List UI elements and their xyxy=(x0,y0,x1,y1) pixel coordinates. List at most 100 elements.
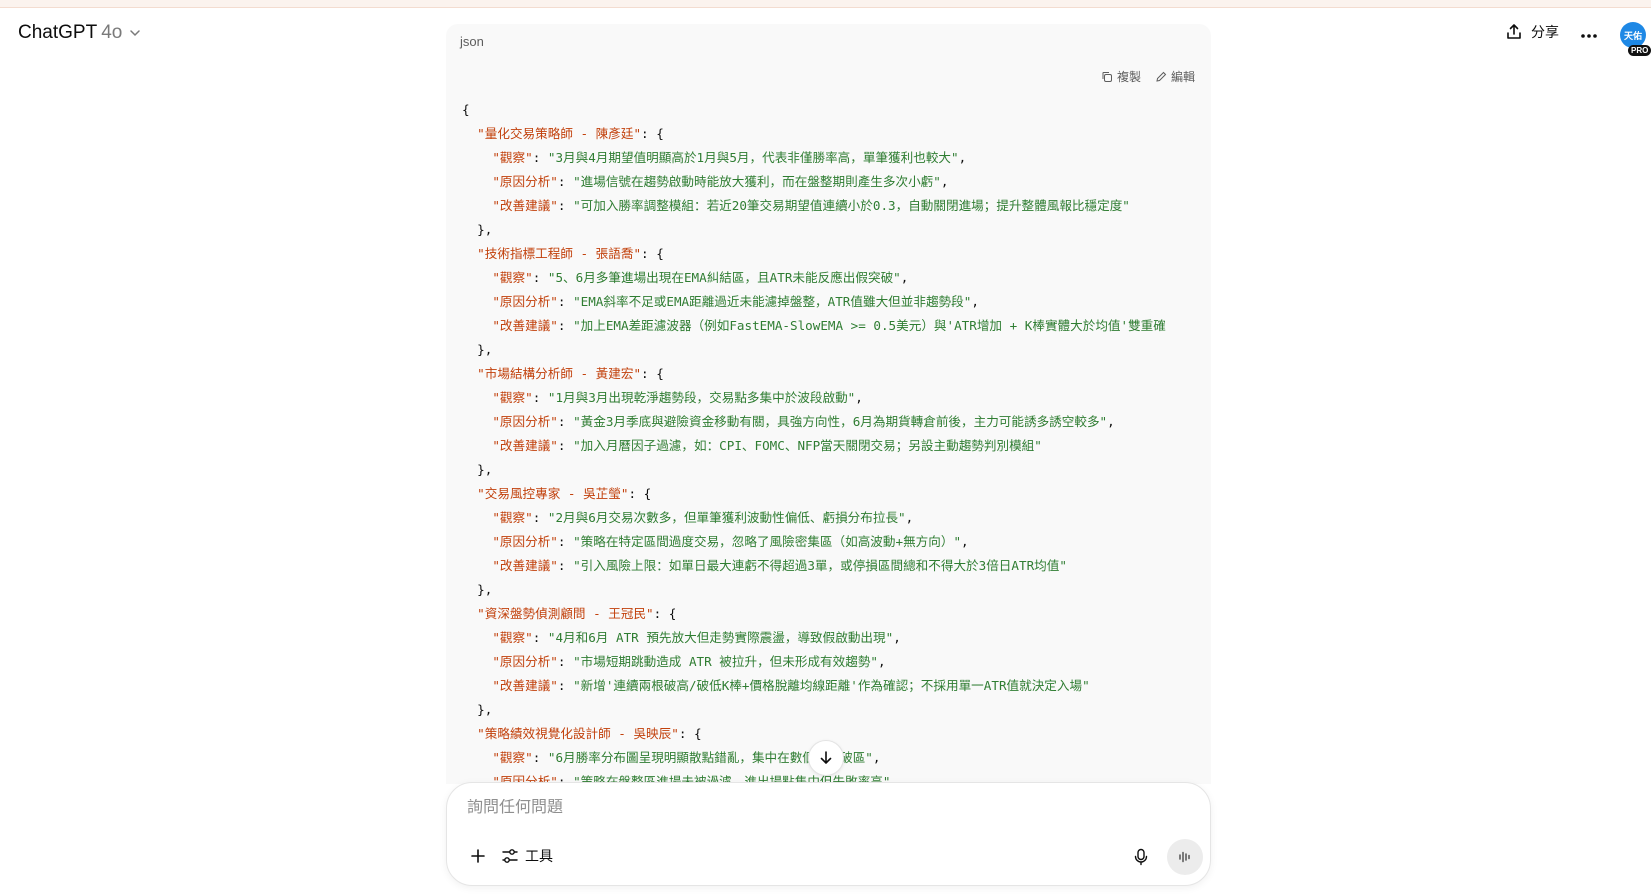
code-punct: , xyxy=(900,270,909,285)
code-punct xyxy=(462,678,492,693)
code-key: "原因分析" xyxy=(492,654,558,669)
code-string: "3月與4月期望值明顯高於1月與5月，代表非僅勝率高，單筆獲利也較大" xyxy=(547,150,959,165)
code-line: "觀察": "2月與6月交易次數多，但單筆獲利波動性偏低、虧損分布拉長", xyxy=(462,506,1211,530)
plus-icon xyxy=(471,849,485,863)
dictate-button[interactable] xyxy=(1127,843,1155,871)
code-key: "策略績效視覺化設計師 - 吳映辰" xyxy=(477,726,679,741)
code-line: }, xyxy=(462,338,1211,362)
code-punct: : xyxy=(557,438,574,453)
code-punct: }, xyxy=(462,582,493,597)
code-key: "交易風控專家 - 吳芷瑩" xyxy=(477,486,629,501)
pro-badge: PRO xyxy=(1628,45,1651,56)
code-punct: , xyxy=(971,294,979,309)
code-punct: : xyxy=(532,750,548,765)
message-composer: 工具 xyxy=(446,782,1211,886)
code-punct xyxy=(462,318,492,333)
code-key: "市場結構分析師 - 黃建宏" xyxy=(477,366,642,381)
code-string: "可加入勝率調整模組：若近20筆交易期望值連續小於0.3，自動關閉進場；提升整體… xyxy=(573,198,1130,213)
code-line: "技術指標工程師 - 張語喬": { xyxy=(462,242,1211,266)
edit-code-button[interactable]: 編輯 xyxy=(1155,68,1195,85)
model-name: ChatGPT xyxy=(18,22,98,43)
code-string: "1月與3月出現乾淨趨勢段，交易點多集中於波段啟動" xyxy=(547,390,856,405)
code-string: "2月與6月交易次數多，但單筆獲利波動性偏低、虧損分布拉長" xyxy=(547,510,906,525)
code-punct: , xyxy=(893,630,901,645)
code-string: "加入月曆因子過濾，如：CPI、FOMC、NFP當天關閉交易；另設主動趨勢判別模… xyxy=(573,438,1042,453)
code-punct: : xyxy=(557,414,574,429)
code-punct: : { xyxy=(641,246,664,261)
code-punct xyxy=(462,390,492,405)
code-key: "改善建議" xyxy=(492,438,558,453)
attach-button[interactable] xyxy=(463,841,493,871)
code-punct xyxy=(462,246,477,261)
pencil-icon xyxy=(1156,71,1167,82)
code-key: "原因分析" xyxy=(492,534,558,549)
code-string: "策略在特定區間過度交易，忽略了風險密集區（如高波動+無方向）" xyxy=(573,534,962,549)
code-key: "原因分析" xyxy=(492,174,558,189)
code-key: "觀察" xyxy=(492,630,533,645)
code-key: "觀察" xyxy=(492,510,533,525)
code-punct: , xyxy=(905,510,914,525)
code-punct xyxy=(462,270,492,285)
code-key: "改善建議" xyxy=(492,558,558,573)
copy-icon xyxy=(1102,71,1112,82)
code-punct: : { xyxy=(678,726,702,741)
code-punct xyxy=(462,606,477,621)
code-punct: : xyxy=(532,510,548,525)
code-punct: }, xyxy=(462,222,493,237)
code-line: "原因分析": "策略在特定區間過度交易，忽略了風險密集區（如高波動+無方向）"… xyxy=(462,530,1211,554)
code-punct: , xyxy=(961,534,969,549)
code-string: "市場短期跳動造成 ATR 被拉升，但未形成有效趨勢" xyxy=(573,654,879,669)
code-punct: : xyxy=(557,654,574,669)
code-punct: : xyxy=(532,270,548,285)
voice-mode-button[interactable] xyxy=(1167,839,1203,875)
code-line: "改善建議": "可加入勝率調整模組：若近20筆交易期望值連續小於0.3，自動關… xyxy=(462,194,1211,218)
code-punct xyxy=(462,654,492,669)
code-line: "市場結構分析師 - 黃建宏": { xyxy=(462,362,1211,386)
code-punct xyxy=(462,294,492,309)
code-punct xyxy=(462,510,492,525)
code-punct xyxy=(462,438,492,453)
code-line: "原因分析": "EMA斜率不足或EMA距離過近未能濾掉盤整，ATR值雖大但並非… xyxy=(462,290,1211,314)
code-punct: : { xyxy=(653,606,677,621)
code-punct xyxy=(462,150,492,165)
code-key: "原因分析" xyxy=(492,414,558,429)
share-icon xyxy=(1507,24,1521,39)
code-line: "改善建議": "引入風險上限：如單日最大連虧不得超過3單，或停損區間總和不得大… xyxy=(462,554,1211,578)
code-punct: : xyxy=(532,630,548,645)
more-options-button[interactable] xyxy=(1575,22,1603,50)
copy-code-button[interactable]: 複製 xyxy=(1101,68,1141,85)
code-punct: , xyxy=(1107,414,1115,429)
code-punct: : xyxy=(557,198,574,213)
code-string: "加上EMA差距濾波器（例如FastEMA-SlowEMA >= 0.5美元）與… xyxy=(573,318,1166,333)
code-punct xyxy=(462,534,492,549)
code-key: "觀察" xyxy=(492,390,533,405)
tools-button[interactable]: 工具 xyxy=(501,843,553,869)
code-punct: , xyxy=(878,654,886,669)
tools-label: 工具 xyxy=(525,848,553,864)
ellipsis-icon xyxy=(1581,34,1597,38)
code-punct xyxy=(462,414,492,429)
code-punct: : xyxy=(557,678,574,693)
code-line: "原因分析": "黃金3月季底與避險資金移動有關，具強方向性，6月為期貨轉倉前後… xyxy=(462,410,1211,434)
scroll-to-bottom-button[interactable] xyxy=(808,740,844,776)
code-punct: : xyxy=(557,294,574,309)
model-selector[interactable]: ChatGPT 4o xyxy=(18,22,142,44)
share-button[interactable]: 分享 xyxy=(1505,22,1559,42)
code-string: "EMA斜率不足或EMA距離過近未能濾掉盤整，ATR值雖大但並非趨勢段" xyxy=(573,294,972,309)
waveform-icon xyxy=(1179,851,1190,863)
code-line: "改善建議": "加上EMA差距濾波器（例如FastEMA-SlowEMA >=… xyxy=(462,314,1211,338)
code-punct xyxy=(462,126,477,141)
code-punct: , xyxy=(855,390,863,405)
code-key: "觀察" xyxy=(492,150,533,165)
code-punct xyxy=(462,366,477,381)
code-punct: : xyxy=(557,534,574,549)
code-punct: { xyxy=(462,102,470,117)
code-punct: : { xyxy=(641,126,664,141)
code-punct: : xyxy=(557,558,574,573)
code-punct xyxy=(462,726,477,741)
code-actions: 複製 編輯 xyxy=(1101,68,1195,85)
code-line: "量化交易策略師 - 陳彥廷": { xyxy=(462,122,1211,146)
code-line: }, xyxy=(462,698,1211,722)
code-line: "原因分析": "進場信號在趨勢啟動時能放大獲利，而在盤整期則產生多次小虧", xyxy=(462,170,1211,194)
prompt-input[interactable] xyxy=(467,799,1167,817)
